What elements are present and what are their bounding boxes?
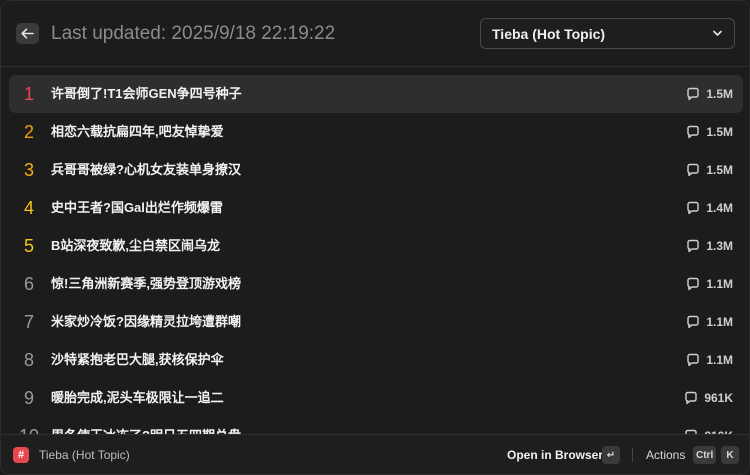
- topic-title: 惊!三角洲新赛季,强势登顶游戏榜: [51, 276, 241, 291]
- enter-key-hint: ↵: [602, 446, 620, 464]
- footer-app-title: Tieba (Hot Topic): [39, 448, 130, 462]
- rank-number: 8: [23, 350, 34, 370]
- count-value: 1.4M: [706, 201, 733, 215]
- count-value: 1.1M: [706, 277, 733, 291]
- extension-window: Last updated: 2025/9/18 22:19:22 Tieba (…: [0, 0, 750, 475]
- hot-topic-list: 1 许哥倒了!T1会师GEN争四号种子 1.5M 2 相恋六载抗扁四年,吧友悼挚爱 1.5…: [9, 75, 743, 434]
- count-value: 1.5M: [706, 125, 733, 139]
- count-value: 1.1M: [706, 353, 733, 367]
- count-value: 1.3M: [706, 239, 733, 253]
- comment-icon: [687, 239, 700, 253]
- list-item[interactable]: 2 相恋六载抗扁四年,吧友悼挚爱 1.5M: [9, 113, 743, 151]
- action-bar: # Tieba (Hot Topic) Open in Browser ↵ Ac…: [1, 434, 749, 474]
- comment-icon: [685, 391, 698, 405]
- rank-number: 5: [23, 236, 34, 256]
- comment-icon: [687, 201, 700, 215]
- rank-number: 1: [23, 84, 34, 104]
- topic-title: 许哥倒了!T1会师GEN争四号种子: [51, 86, 242, 101]
- discussion-count: 1.5M: [686, 124, 733, 140]
- comment-icon: [687, 315, 700, 329]
- count-value: 961K: [704, 391, 733, 405]
- comment-icon: [687, 277, 700, 291]
- rank-number: 3: [23, 160, 34, 180]
- count-value: 1.5M: [706, 87, 733, 101]
- topic-title: 沙特紧抱老巴大腿,获核保护伞: [51, 352, 224, 367]
- comment-icon: [687, 87, 700, 101]
- dropdown-selected-value: Tieba (Hot Topic): [492, 26, 606, 42]
- topic-title: 兵哥哥被绿?心机女友装单身撩汉: [51, 162, 241, 177]
- back-button[interactable]: [16, 23, 39, 44]
- discussion-count: 961K: [684, 390, 733, 406]
- topic-title: 相恋六载抗扁四年,吧友悼挚爱: [51, 124, 224, 139]
- topic-title: B站深夜致歉,尘白禁区闹乌龙: [51, 238, 221, 253]
- comment-icon: [687, 125, 700, 139]
- source-dropdown[interactable]: Tieba (Hot Topic): [480, 18, 735, 49]
- discussion-count: 1.5M: [686, 162, 733, 178]
- header: Last updated: 2025/9/18 22:19:22 Tieba (…: [1, 1, 749, 67]
- count-value: 1.1M: [706, 315, 733, 329]
- rank-number: 9: [23, 388, 34, 408]
- list-item[interactable]: 7 米家炒冷饭?因缘精灵拉垮遭群嘲 1.1M: [9, 303, 743, 341]
- rank-number: 2: [23, 122, 34, 142]
- list-item[interactable]: 9 暖胎完成,泥头车极限让一追二 961K: [9, 379, 743, 417]
- list-item[interactable]: 1 许哥倒了!T1会师GEN争四号种子 1.5M: [9, 75, 743, 113]
- topic-title: 史中王者?国Gal出烂作频爆雷: [51, 200, 223, 215]
- count-value: 1.5M: [706, 163, 733, 177]
- discussion-count: 1.1M: [686, 276, 733, 292]
- chevron-down-icon: [713, 30, 722, 36]
- discussion-count: 1.3M: [686, 238, 733, 254]
- actions-button[interactable]: Actions: [646, 448, 685, 462]
- discussion-count: 1.1M: [686, 314, 733, 330]
- rank-number: 10: [19, 425, 39, 434]
- footer-divider: [632, 448, 633, 462]
- k-key-hint: K: [721, 446, 739, 464]
- topic-title: 暖胎完成,泥头车极限让一追二: [51, 390, 224, 405]
- comment-icon: [687, 353, 700, 367]
- arrow-left-icon: [21, 28, 34, 39]
- list-item[interactable]: 10周冬使王冰冻了?明日五四期总盘810K: [9, 417, 743, 434]
- comment-icon: [687, 163, 700, 177]
- discussion-count: 1.5M: [686, 86, 733, 102]
- list-item[interactable]: 6 惊!三角洲新赛季,强势登顶游戏榜 1.1M: [9, 265, 743, 303]
- list-item[interactable]: 8 沙特紧抱老巴大腿,获核保护伞 1.1M: [9, 341, 743, 379]
- discussion-count: 1.1M: [686, 352, 733, 368]
- discussion-count: 1.4M: [686, 200, 733, 216]
- list-item[interactable]: 3 兵哥哥被绿?心机女友装单身撩汉 1.5M: [9, 151, 743, 189]
- topic-title: 米家炒冷饭?因缘精灵拉垮遭群嘲: [51, 314, 241, 329]
- tieba-app-icon: #: [13, 447, 29, 463]
- ctrl-key-hint: Ctrl: [693, 446, 717, 464]
- last-updated-text: Last updated: 2025/9/18 22:19:22: [51, 23, 336, 44]
- list-item[interactable]: 4 史中王者?国Gal出烂作频爆雷 1.4M: [9, 189, 743, 227]
- open-in-browser-action[interactable]: Open in Browser: [507, 448, 603, 462]
- rank-number: 4: [23, 198, 34, 218]
- rank-number: 6: [23, 274, 34, 294]
- rank-number: 7: [23, 312, 34, 332]
- list-item[interactable]: 5 B站深夜致歉,尘白禁区闹乌龙 1.3M: [9, 227, 743, 265]
